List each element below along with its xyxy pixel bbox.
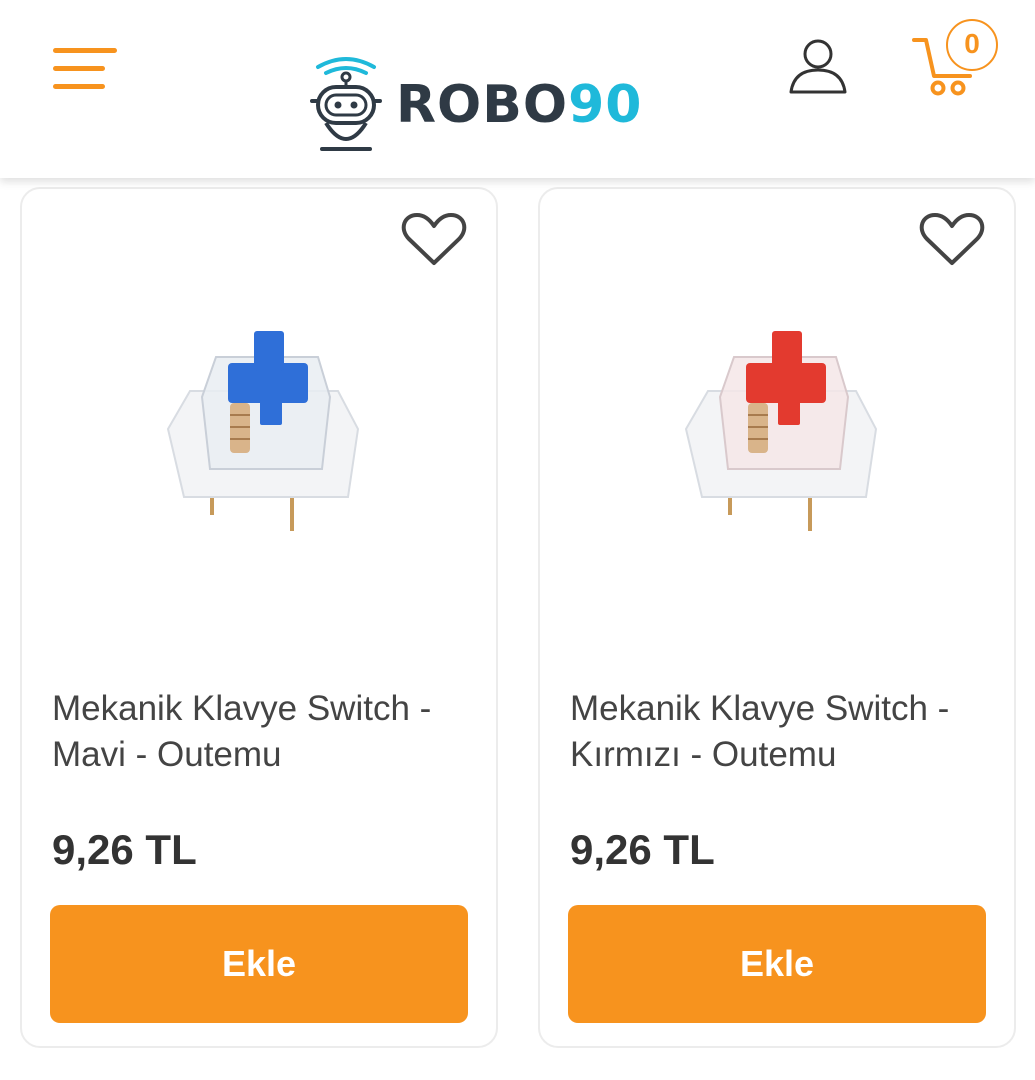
site-header: ROBO90 0 <box>0 0 1035 178</box>
product-image[interactable] <box>650 319 890 539</box>
cart-count-badge: 0 <box>946 19 998 71</box>
menu-line <box>53 66 105 71</box>
keyboard-switch-image <box>684 331 878 531</box>
product-price: 9,26 TL <box>570 826 715 873</box>
product-grid: Mekanik Klavye Switch - Mavi - Outemu 9,… <box>0 178 1035 1080</box>
heart-icon <box>919 213 985 265</box>
logo-text-main: ROBO <box>396 75 569 135</box>
logo-text: ROBO90 <box>396 75 642 135</box>
logo-text-accent: 90 <box>568 75 643 135</box>
add-to-favorites-button[interactable] <box>400 209 468 269</box>
keyboard-switch-image <box>166 331 360 531</box>
product-image[interactable] <box>132 319 372 539</box>
user-account-button[interactable] <box>786 36 850 98</box>
product-name[interactable]: Mekanik Klavye Switch - Mavi - Outemu <box>52 686 472 778</box>
robot-mascot-icon <box>310 57 382 151</box>
product-price: 9,26 TL <box>52 826 197 873</box>
add-to-cart-button[interactable]: Ekle <box>50 905 468 1023</box>
robo90-logo[interactable]: ROBO90 <box>308 55 648 153</box>
add-to-favorites-button[interactable] <box>918 209 986 269</box>
add-to-cart-button[interactable]: Ekle <box>568 905 986 1023</box>
menu-line <box>53 48 117 53</box>
product-name[interactable]: Mekanik Klavye Switch - Kırmızı - Outemu <box>570 686 990 778</box>
heart-icon <box>401 213 467 265</box>
menu-line <box>53 84 105 89</box>
product-card[interactable]: Mekanik Klavye Switch - Kırmızı - Outemu… <box>538 187 1016 1048</box>
user-account-icon <box>789 39 847 94</box>
shopping-cart-button[interactable]: 0 <box>908 18 1004 100</box>
hamburger-menu-button[interactable] <box>50 44 122 96</box>
product-card[interactable]: Mekanik Klavye Switch - Mavi - Outemu 9,… <box>20 187 498 1048</box>
